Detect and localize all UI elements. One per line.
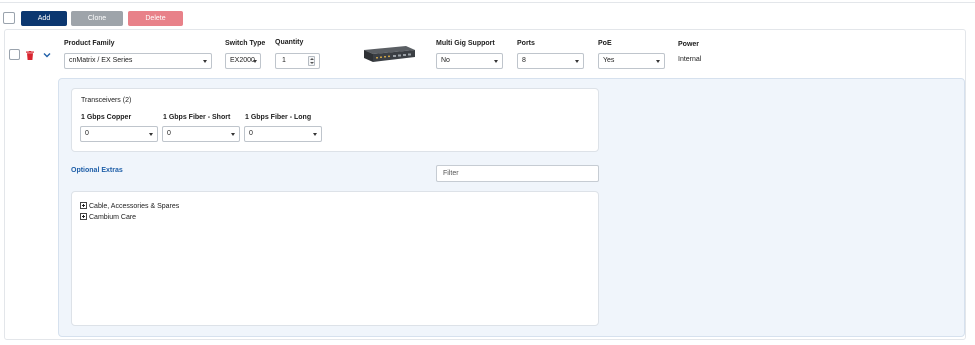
dropdown-caret-icon [203,60,207,63]
top-divider [0,2,975,3]
product-family-label: Product Family [64,40,115,47]
transceivers-title: Transceivers (2) [81,97,132,104]
chevron-down-icon[interactable] [43,52,51,58]
tree-item-label: Cable, Accessories & Spares [89,203,180,210]
switch-type-value: EX2000 [230,57,255,64]
transceiver-copper-value: 0 [85,130,89,137]
trash-icon[interactable] [26,51,34,60]
switch-type-select[interactable]: EX2000 [225,53,261,69]
multi-gig-value: No [441,57,450,64]
delete-selected-button[interactable]: Delete Selected [128,11,183,37]
poe-label: PoE [598,40,612,47]
filter-input[interactable]: Filter [436,165,599,182]
transceiver-fiber-long-select[interactable]: 0 [244,126,322,142]
ports-value: 8 [522,57,526,64]
optional-extras-title: Optional Extras [71,167,123,174]
select-all-checkbox[interactable] [3,12,15,24]
quantity-value: 1 [282,57,286,64]
multi-gig-select[interactable]: No [436,53,503,69]
add-product-button[interactable]: Add Product [21,11,67,37]
tree-item-cambium-care[interactable]: Cambium Care [80,213,136,221]
transceiver-fiber-long-label: 1 Gbps Fiber - Long [245,114,312,121]
dropdown-caret-icon [231,133,235,136]
power-value: Internal [678,56,702,63]
transceiver-fiber-long-value: 0 [249,130,253,137]
poe-value: Yes [603,57,615,64]
expand-plus-icon[interactable] [80,213,87,220]
power-label: Power [678,41,700,48]
dropdown-caret-icon [149,133,153,136]
optional-extras-box [71,191,599,326]
dropdown-caret-icon [253,60,257,63]
dropdown-caret-icon [313,133,317,136]
multi-gig-label: Multi Gig Support [436,40,495,47]
spinner-arrows-icon[interactable] [308,56,315,66]
switch-product-image [364,46,415,62]
ports-select[interactable]: 8 [517,53,584,69]
tree-item-cable-accessories[interactable]: Cable, Accessories & Spares [80,202,179,210]
transceiver-fiber-short-select[interactable]: 0 [162,126,240,142]
ports-label: Ports [517,40,535,47]
transceiver-fiber-short-value: 0 [167,130,171,137]
row-select-checkbox[interactable] [9,49,20,60]
quantity-label: Quantity [275,39,304,46]
poe-select[interactable]: Yes [598,53,665,69]
product-family-select[interactable]: cnMatrix / EX Series [64,53,212,69]
dropdown-caret-icon [575,60,579,63]
transceiver-copper-label: 1 Gbps Copper [81,114,132,121]
tree-item-label: Cambium Care [89,214,137,221]
expand-plus-icon[interactable] [80,202,87,209]
dropdown-caret-icon [494,60,498,63]
clone-selected-button[interactable]: Clone Selected [71,11,123,37]
quantity-stepper[interactable]: 1 [275,53,320,69]
transceiver-copper-select[interactable]: 0 [80,126,158,142]
dropdown-caret-icon [656,60,660,63]
transceivers-box [71,88,599,152]
product-family-value: cnMatrix / EX Series [69,57,133,64]
transceiver-fiber-short-label: 1 Gbps Fiber - Short [163,114,231,121]
switch-type-label: Switch Type [225,40,266,47]
